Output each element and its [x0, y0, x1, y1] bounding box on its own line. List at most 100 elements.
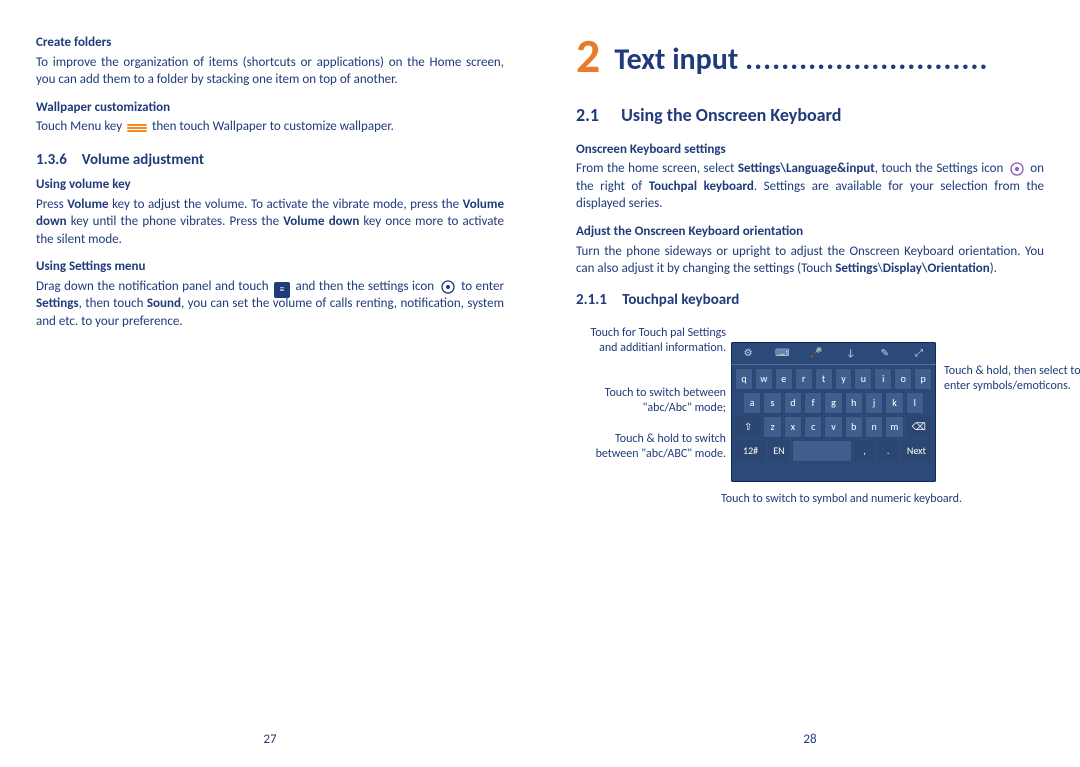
text: Text input	[614, 41, 738, 78]
kb-key: c	[804, 416, 822, 438]
kb-row-4: 12# EN , . Next	[735, 440, 932, 462]
paragraph: Press Volume key to adjust the volume. T…	[36, 196, 504, 249]
section-title: Volume adjustment	[82, 151, 204, 169]
kb-key: x	[784, 416, 802, 438]
kb-key: w	[755, 368, 773, 390]
bold: Volume down	[283, 214, 359, 229]
keyboard-diagram: Touch for Touch pal Settings and additia…	[576, 324, 1044, 544]
bold: Volume	[67, 197, 108, 212]
kb-key: z	[763, 416, 781, 438]
kb-key: m	[885, 416, 903, 438]
kb-key: h	[845, 392, 863, 414]
heading-orientation: Adjust the Onscreen Keyboard orientation	[576, 223, 1044, 241]
heading-using-volume-key: Using volume key	[36, 176, 504, 194]
kb-key-backspace: ⌫	[906, 416, 932, 438]
toolbar-icon: ⤢	[902, 342, 936, 364]
kb-key: r	[795, 368, 813, 390]
toolbar-icon: ⚙	[731, 342, 765, 364]
kb-key: b	[845, 416, 863, 438]
kb-key-period: .	[877, 440, 898, 462]
section-title: Touchpal keyboard	[622, 291, 739, 309]
leader-dots: ...........................	[745, 41, 988, 78]
text: From the home screen, select	[576, 161, 738, 176]
bold: Touchpal keyboard	[649, 179, 754, 194]
chapter-number: 2	[576, 32, 600, 80]
kb-key: e	[775, 368, 793, 390]
section-2-1-1: 2.1.1 Touchpal keyboard	[576, 290, 1044, 310]
text: then touch Wallpaper to customize wallpa…	[152, 119, 394, 134]
kb-key: g	[824, 392, 842, 414]
toolbar-icon: 🎤	[799, 342, 833, 364]
kb-key: o	[894, 368, 912, 390]
callout-symbols: Touch & hold, then select to enter symbo…	[944, 364, 1080, 394]
kb-key: y	[835, 368, 853, 390]
heading-osk-settings: Onscreen Keyboard settings	[576, 141, 1044, 159]
heading-create-folders: Create folders	[36, 34, 504, 52]
heading-using-settings-menu: Using Settings menu	[36, 258, 504, 276]
kb-key: v	[824, 416, 842, 438]
kb-key: k	[885, 392, 903, 414]
kb-key: j	[865, 392, 883, 414]
kb-row-3: ⇧ z x c v b n m ⌫	[735, 416, 932, 438]
toolbar-icon: ✎	[868, 342, 902, 364]
section-number: 2.1	[576, 104, 599, 126]
page-number: 28	[540, 731, 1080, 749]
kb-key-shift: ⇧	[735, 416, 761, 438]
callout-abc-switch: Touch to switch between "abc/Abc" mode;	[576, 386, 726, 416]
chapter-title: Text input ...........................	[614, 32, 988, 81]
gear-icon	[440, 279, 456, 295]
section-number: 1.3.6	[36, 151, 67, 169]
kb-key-next: Next	[901, 440, 932, 462]
chapter-heading: 2 Text input ...........................	[576, 32, 1044, 81]
kb-key: f	[804, 392, 822, 414]
keyboard-toolbar: ⚙ ⌨ 🎤 ↓ ✎ ⤢	[731, 342, 936, 365]
paragraph: From the home screen, select Settings\La…	[576, 160, 1044, 213]
kb-key: p	[914, 368, 932, 390]
kb-key: t	[815, 368, 833, 390]
kb-key-comma: ,	[854, 440, 875, 462]
bold: Sound	[147, 296, 181, 311]
kb-key: d	[784, 392, 802, 414]
text: , then touch	[79, 296, 147, 311]
kb-key-numeric: 12#	[735, 440, 766, 462]
toolbar-icon: ⌨	[765, 342, 799, 364]
section-2-1: 2.1 Using the Onscreen Keyboard	[576, 103, 1044, 127]
callout-numeric: Touch to switch to symbol and numeric ke…	[721, 492, 1061, 507]
page-number: 27	[0, 731, 540, 749]
paragraph: Drag down the notification panel and tou…	[36, 278, 504, 331]
bold: Settings	[835, 261, 878, 276]
bold: Settings	[36, 296, 79, 311]
kb-row-2: a s d f g h j k l	[735, 392, 932, 414]
text: , touch the Settings icon	[875, 161, 1007, 176]
keyboard-image: ⚙ ⌨ 🎤 ↓ ✎ ⤢ q w e r t y u	[731, 342, 936, 482]
document-spread: Create folders To improve the organizati…	[0, 0, 1080, 767]
kb-key: n	[865, 416, 883, 438]
kb-key-space	[792, 440, 852, 462]
text: key until the phone vibrates. Press the	[67, 214, 284, 229]
notification-panel-icon: ≡	[274, 282, 290, 298]
section-number: 2.1.1	[576, 291, 607, 309]
gear-icon	[1009, 161, 1025, 177]
kb-key-lang: EN	[768, 440, 789, 462]
kb-key: l	[906, 392, 924, 414]
text: Drag down the notification panel and tou…	[36, 279, 272, 294]
text: and then the settings icon	[296, 279, 438, 294]
bold: Display\Orientation	[883, 261, 990, 276]
text: to enter	[461, 279, 504, 294]
callout-settings-info: Touch for Touch pal Settings and additia…	[576, 326, 726, 356]
paragraph: To improve the organization of items (sh…	[36, 54, 504, 89]
kb-key: q	[735, 368, 753, 390]
text: Touch Menu key	[36, 119, 125, 134]
page-27: Create folders To improve the organizati…	[0, 0, 540, 767]
text: ).	[990, 261, 997, 276]
kb-key: a	[743, 392, 761, 414]
text: key to adjust the volume. To activate th…	[109, 197, 463, 212]
menu-icon	[127, 123, 147, 133]
section-1-3-6: 1.3.6 Volume adjustment	[36, 150, 504, 170]
paragraph: Touch Menu key then touch Wallpaper to c…	[36, 118, 504, 136]
kb-row-1: q w e r t y u i o p	[735, 368, 932, 390]
text: Press	[36, 197, 67, 212]
callout-abc-hold: Touch & hold to switch between "abc/ABC"…	[576, 432, 726, 462]
paragraph: Turn the phone sideways or upright to ad…	[576, 243, 1044, 278]
page-28: 2 Text input ...........................…	[540, 0, 1080, 767]
